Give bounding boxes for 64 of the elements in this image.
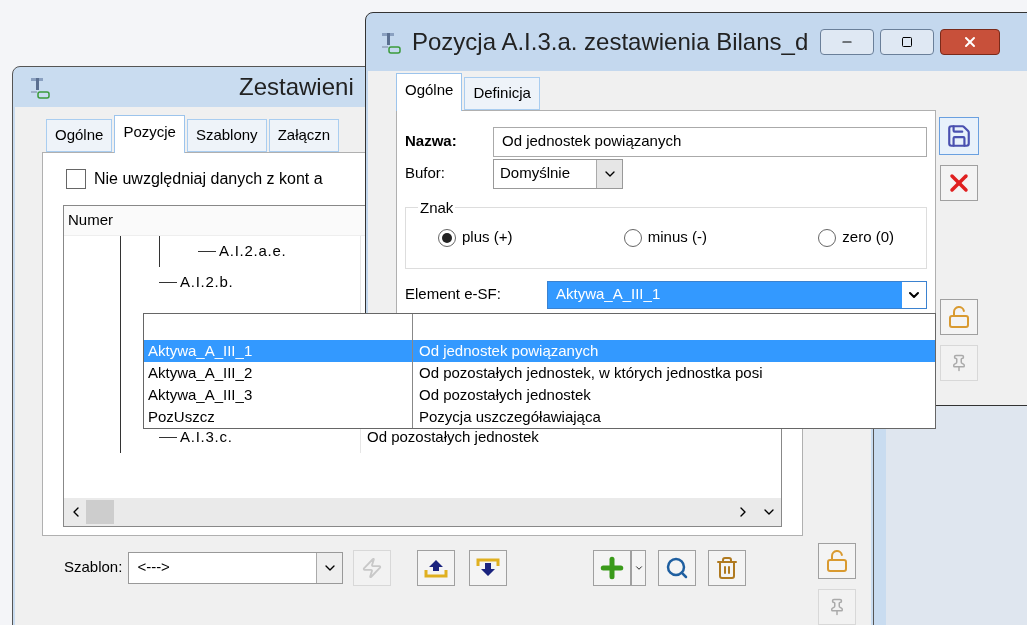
tab[interactable]: Definicja bbox=[464, 77, 540, 110]
dropdown-option[interactable]: PozUszcz Pozycja uszczegóławiająca bbox=[144, 406, 935, 428]
close-button[interactable] bbox=[940, 29, 1001, 55]
option-code: Aktywa_A_III_1 bbox=[144, 340, 413, 362]
tab[interactable]: Ogólne bbox=[396, 73, 463, 111]
lightning-icon bbox=[361, 556, 384, 579]
tab[interactable]: Ogólne bbox=[46, 119, 113, 152]
minimize-button[interactable] bbox=[820, 29, 875, 55]
option-description: Od jednostek powiązanych bbox=[418, 341, 599, 361]
open-lock-icon bbox=[825, 549, 849, 573]
delete-button[interactable] bbox=[708, 549, 747, 586]
template-combo[interactable]: <---> bbox=[128, 551, 344, 584]
dropdown-option[interactable]: Aktywa_A_III_3 Od pozostałych jednostek bbox=[144, 384, 935, 406]
name-label: Nazwa: bbox=[405, 131, 458, 152]
save-icon bbox=[946, 123, 972, 149]
move-down-button[interactable] bbox=[469, 549, 508, 586]
unlock-button[interactable] bbox=[818, 543, 856, 579]
radio-label: zero (0) bbox=[842, 227, 894, 248]
arrow-down-icon bbox=[476, 557, 501, 578]
scrollbar-thumb[interactable] bbox=[86, 499, 114, 524]
app-logo-icon bbox=[29, 75, 51, 99]
option-code: PozUszcz bbox=[144, 406, 413, 428]
radio-button[interactable] bbox=[818, 228, 837, 247]
cancel-button[interactable] bbox=[940, 165, 978, 201]
option-code: Aktywa_A_III_3 bbox=[144, 384, 413, 406]
element-label: Element e-SF: bbox=[405, 284, 502, 305]
name-field[interactable]: Od jednostek powiązanych bbox=[493, 126, 927, 157]
option-description: Pozycja uszczegóławiająca bbox=[418, 407, 601, 427]
buffer-combo[interactable]: Domyślnie bbox=[493, 158, 623, 189]
trash-icon bbox=[715, 555, 740, 580]
add-menu-button[interactable] bbox=[631, 549, 647, 586]
window-title: Pozycja A.I.3.a. zestawienia Bilans_d bbox=[412, 27, 809, 57]
save-button[interactable] bbox=[939, 117, 979, 155]
add-button[interactable] bbox=[593, 549, 632, 586]
radio-button[interactable] bbox=[623, 228, 642, 247]
option-description: Od pozostałych jednostek, w których jednostka posi bbox=[418, 363, 763, 383]
pin-icon bbox=[950, 354, 968, 372]
tree-node[interactable]: A.I.3.c. bbox=[180, 425, 233, 449]
tree-node[interactable]: A.I.2.a.e. bbox=[219, 239, 287, 263]
move-up-button[interactable] bbox=[417, 549, 456, 586]
maximize-icon bbox=[901, 36, 914, 48]
arrow-up-icon bbox=[424, 557, 449, 578]
radio-button[interactable] bbox=[438, 228, 456, 247]
option-description: Od pozostałych jednostek bbox=[418, 385, 591, 405]
horizontal-scrollbar[interactable] bbox=[64, 497, 781, 526]
tab[interactable]: Załączn bbox=[268, 119, 340, 152]
tab[interactable]: Pozycje bbox=[114, 115, 185, 153]
app-logo-icon bbox=[380, 30, 402, 54]
table-cell-text: Od pozostałych jednostek bbox=[367, 426, 539, 447]
dropdown-option[interactable]: Aktywa_A_III_2 Od pozostałych jednostek, w których jednostka posi bbox=[144, 362, 935, 384]
checkbox-label: Nie uwzględniaj danych z kont a bbox=[94, 168, 323, 189]
open-lock-icon bbox=[947, 305, 971, 329]
unlock-button[interactable] bbox=[940, 299, 978, 335]
option-code: Aktywa_A_III_2 bbox=[144, 362, 413, 384]
pin-icon bbox=[828, 598, 846, 616]
search-button[interactable] bbox=[658, 549, 697, 586]
buffer-label: Bufor: bbox=[405, 163, 447, 184]
maximize-button[interactable] bbox=[880, 29, 935, 55]
search-icon bbox=[665, 555, 690, 580]
tab[interactable]: Szablony bbox=[186, 119, 267, 152]
tree-node[interactable]: A.I.2.b. bbox=[180, 270, 234, 294]
checkbox[interactable] bbox=[66, 168, 86, 189]
template-label: Szablon: bbox=[64, 557, 123, 578]
window-title: Zestawieni bbox=[239, 72, 354, 102]
